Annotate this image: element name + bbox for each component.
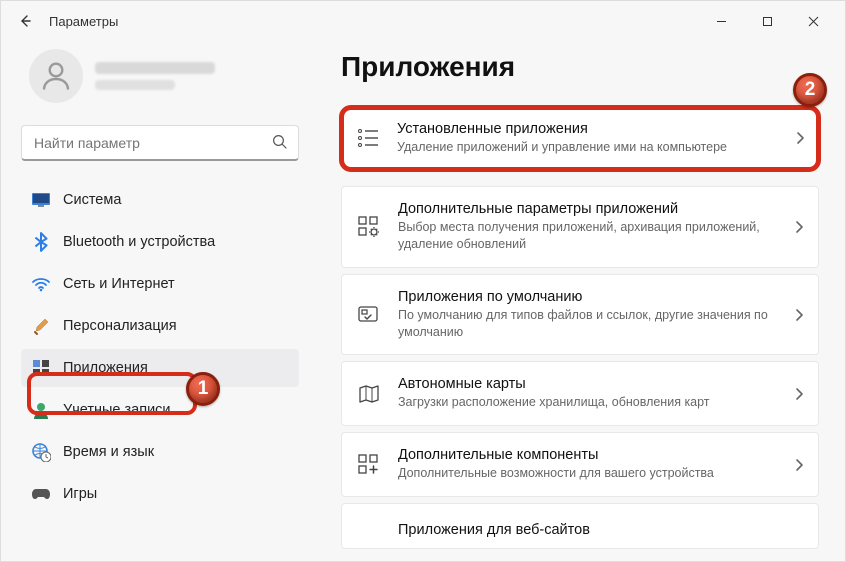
sidebar-item-label: Учетные записи <box>63 402 171 418</box>
card-offline-maps[interactable]: Автономные карты Загрузки расположение хр… <box>341 361 819 426</box>
card-advanced-app-settings[interactable]: Дополнительные параметры приложений Выбор… <box>341 186 819 268</box>
person-icon <box>38 58 74 94</box>
apps-icon <box>31 358 51 378</box>
card-title: Дополнительные параметры приложений <box>398 201 778 217</box>
card-installed-apps[interactable]: Установленные приложения Удаление приложе… <box>341 107 819 170</box>
maximize-button[interactable] <box>745 6 789 36</box>
sidebar-item-network[interactable]: Сеть и Интернет <box>21 265 299 303</box>
search-icon <box>271 133 289 151</box>
sidebar-item-system[interactable]: Система <box>21 181 299 219</box>
sidebar-item-label: Сеть и Интернет <box>63 276 175 292</box>
gamepad-icon <box>31 484 51 504</box>
sidebar-item-bluetooth[interactable]: Bluetooth и устройства <box>21 223 299 261</box>
arrow-left-icon <box>17 13 33 29</box>
sidebar-item-personalization[interactable]: Персонализация <box>21 307 299 345</box>
minimize-icon <box>716 16 727 27</box>
card-desc: По умолчанию для типов файлов и ссылок, … <box>398 307 778 341</box>
search-box <box>21 125 299 161</box>
website-apps-icon <box>356 518 382 544</box>
brush-icon <box>31 316 51 336</box>
back-button[interactable] <box>11 7 39 35</box>
chevron-right-icon <box>794 458 804 472</box>
main-panel: Приложения Установленные приложения Удале… <box>311 41 845 561</box>
card-optional-features[interactable]: Дополнительные компоненты Дополнительные … <box>341 432 819 497</box>
chevron-right-icon <box>794 387 804 401</box>
card-desc: Удаление приложений и управление ими на … <box>397 139 779 156</box>
titlebar: Параметры <box>1 1 845 41</box>
card-default-apps[interactable]: Приложения по умолчанию По умолчанию для … <box>341 274 819 356</box>
card-desc: Дополнительные возможности для вашего ус… <box>398 465 778 482</box>
card-desc: Загрузки расположение хранилища, обновле… <box>398 394 778 411</box>
account-icon <box>31 400 51 420</box>
settings-window: Параметры Система <box>0 0 846 562</box>
sidebar-item-label: Приложения <box>63 360 148 376</box>
sidebar: Система Bluetooth и устройства Сеть и Ин… <box>1 41 311 561</box>
window-title: Параметры <box>49 14 118 29</box>
card-title: Приложения для веб-сайтов <box>398 522 804 538</box>
sidebar-item-accounts[interactable]: Учетные записи <box>21 391 299 429</box>
sidebar-item-label: Персонализация <box>63 318 177 334</box>
card-title: Дополнительные компоненты <box>398 447 778 463</box>
annotation-badge-2: 2 <box>793 73 827 107</box>
monitor-icon <box>31 190 51 210</box>
sidebar-item-label: Система <box>63 192 121 208</box>
card-title: Автономные карты <box>398 376 778 392</box>
chevron-right-icon <box>795 131 805 145</box>
sidebar-item-time-language[interactable]: Время и язык <box>21 433 299 471</box>
chevron-right-icon <box>794 220 804 234</box>
wifi-icon <box>31 274 51 294</box>
default-apps-icon <box>356 302 382 328</box>
minimize-button[interactable] <box>699 6 743 36</box>
search-input[interactable] <box>21 125 299 161</box>
list-icon <box>355 125 381 151</box>
bluetooth-icon <box>31 232 51 252</box>
card-title: Установленные приложения <box>397 121 779 137</box>
profile-text <box>95 62 215 90</box>
user-profile[interactable] <box>21 41 299 121</box>
sidebar-item-label: Bluetooth и устройства <box>63 234 215 250</box>
sidebar-item-label: Игры <box>63 486 97 502</box>
sidebar-item-label: Время и язык <box>63 444 154 460</box>
page-title: Приложения <box>341 51 819 83</box>
globe-clock-icon <box>31 442 51 462</box>
map-icon <box>356 381 382 407</box>
card-desc: Выбор места получения приложений, архива… <box>398 219 778 253</box>
card-title: Приложения по умолчанию <box>398 289 778 305</box>
grid-plus-icon <box>356 452 382 478</box>
card-apps-for-websites[interactable]: Приложения для веб-сайтов <box>341 503 819 549</box>
sidebar-item-apps[interactable]: Приложения <box>21 349 299 387</box>
close-icon <box>808 16 819 27</box>
grid-gear-icon <box>356 214 382 240</box>
window-controls <box>699 6 835 36</box>
chevron-right-icon <box>794 308 804 322</box>
avatar <box>29 49 83 103</box>
maximize-icon <box>762 16 773 27</box>
close-button[interactable] <box>791 6 835 36</box>
sidebar-item-gaming[interactable]: Игры <box>21 475 299 513</box>
